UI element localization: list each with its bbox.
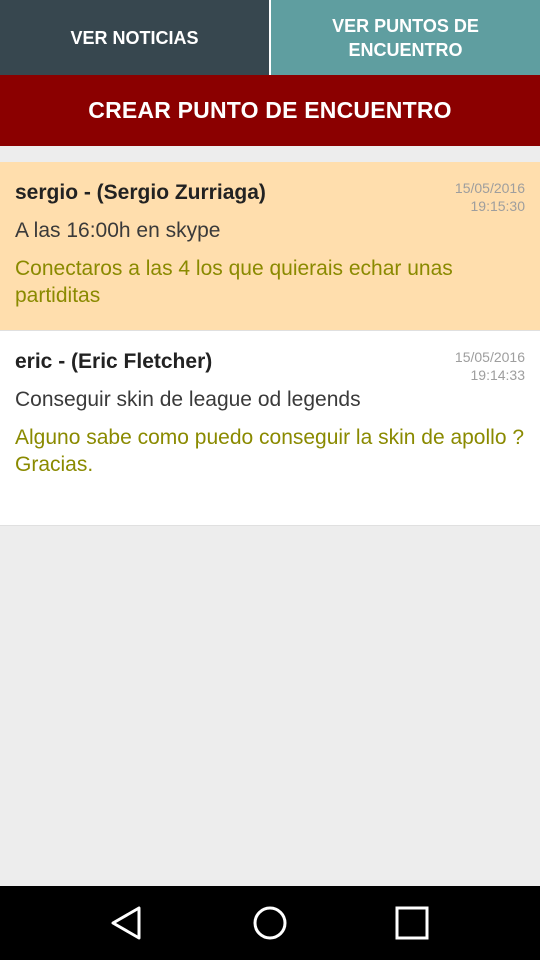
item-date: 15/05/2016 bbox=[454, 180, 525, 196]
home-circle-icon[interactable] bbox=[249, 902, 291, 944]
item-time: 19:15:30 bbox=[470, 198, 526, 214]
top-tabs: VER NOTICIAS VER PUNTOS DE ENCUENTRO bbox=[0, 0, 540, 75]
back-triangle-icon[interactable] bbox=[106, 902, 148, 944]
item-author: eric - (Eric Fletcher) bbox=[15, 350, 213, 373]
list-item[interactable]: sergio - (Sergio Zurriaga) 15/05/2016 19… bbox=[0, 162, 540, 331]
recent-apps-square-icon[interactable] bbox=[391, 902, 433, 944]
item-title: Conseguir skin de league od legends bbox=[15, 388, 361, 411]
item-time: 19:14:33 bbox=[470, 367, 526, 383]
item-date: 15/05/2016 bbox=[454, 349, 525, 365]
list-item[interactable]: eric - (Eric Fletcher) 15/05/2016 19:14:… bbox=[0, 331, 540, 526]
system-navigation-bar bbox=[0, 886, 540, 960]
tab-meeting-points[interactable]: VER PUNTOS DE ENCUENTRO bbox=[271, 0, 540, 75]
item-author: sergio - (Sergio Zurriaga) bbox=[15, 181, 266, 204]
tab-news[interactable]: VER NOTICIAS bbox=[0, 0, 269, 75]
meeting-points-list: sergio - (Sergio Zurriaga) 15/05/2016 19… bbox=[0, 162, 540, 526]
app-screen: VER NOTICIAS VER PUNTOS DE ENCUENTRO CRE… bbox=[0, 0, 540, 960]
item-timestamp: 15/05/2016 19:15:30 bbox=[455, 179, 525, 215]
item-body: Conectaros a las 4 los que quierais echa… bbox=[15, 257, 453, 307]
item-body: Alguno sabe como puedo conseguir la skin… bbox=[15, 426, 525, 476]
create-meeting-point-button[interactable]: CREAR PUNTO DE ENCUENTRO bbox=[0, 75, 540, 146]
item-title: A las 16:00h en skype bbox=[15, 219, 221, 242]
item-timestamp: 15/05/2016 19:14:33 bbox=[455, 348, 525, 384]
